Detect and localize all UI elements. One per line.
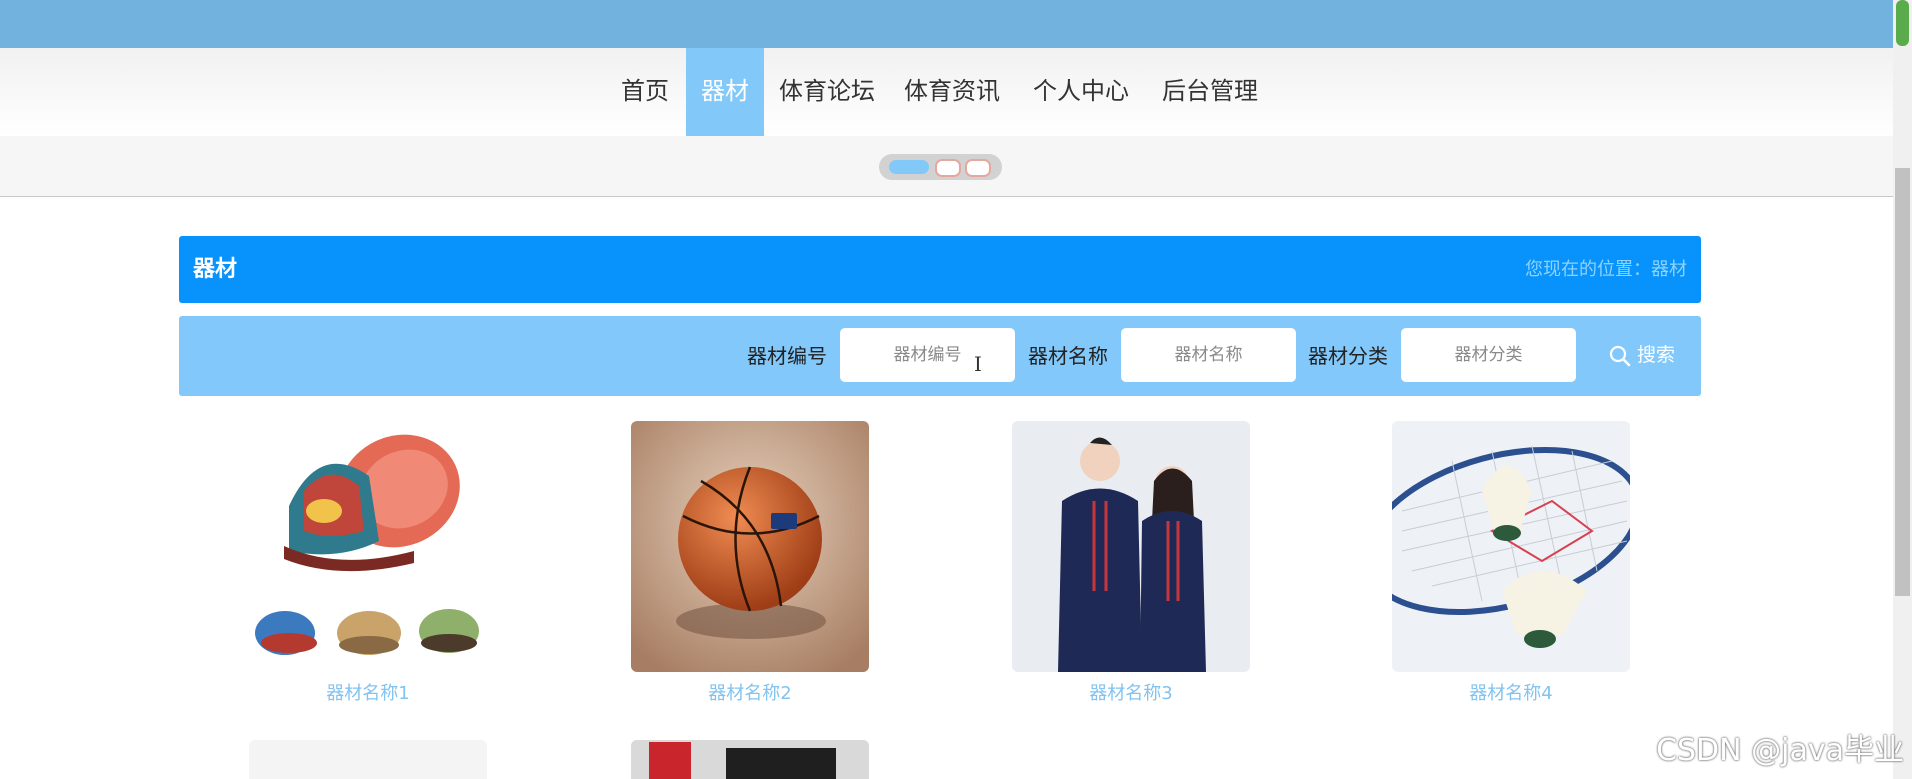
product-name[interactable]: 器材名称4 bbox=[1392, 679, 1630, 705]
equipment-id-label: 器材编号 bbox=[747, 344, 827, 368]
product-card-5-image[interactable] bbox=[249, 740, 487, 779]
nav-item-sports-forum[interactable]: 体育论坛 bbox=[772, 48, 882, 136]
carousel-dot-1[interactable] bbox=[889, 160, 929, 174]
equipment-name-input[interactable] bbox=[1121, 328, 1296, 382]
text-cursor-icon: I bbox=[974, 352, 982, 376]
scrollbar-thumb[interactable] bbox=[1895, 168, 1910, 596]
nav-item-home[interactable]: 首页 bbox=[610, 48, 680, 136]
nav-item-personal-center[interactable]: 个人中心 bbox=[1026, 48, 1136, 136]
carousel-dot-2[interactable] bbox=[935, 159, 961, 177]
section-title: 器材 bbox=[193, 257, 238, 282]
product-name[interactable]: 器材名称1 bbox=[249, 679, 487, 705]
carousel-indicators bbox=[879, 154, 1002, 180]
badminton-image bbox=[1392, 421, 1630, 672]
equipment-name-label: 器材名称 bbox=[1028, 344, 1108, 368]
nav-item-sports-news[interactable]: 体育资讯 bbox=[897, 48, 1007, 136]
breadcrumb: 您现在的位置：器材 bbox=[1525, 259, 1687, 280]
tracksuits-image bbox=[1012, 421, 1250, 672]
product-name[interactable]: 器材名称3 bbox=[1012, 679, 1250, 705]
search-bar: 器材编号 器材名称 器材分类 搜索 bbox=[179, 316, 1701, 396]
section-header: 器材 您现在的位置：器材 bbox=[179, 236, 1701, 303]
basketball-shoes-image bbox=[249, 421, 487, 672]
scrollbar-grip-icon[interactable] bbox=[1896, 0, 1909, 46]
main-nav: 首页 器材 体育论坛 体育资讯 个人中心 后台管理 bbox=[0, 48, 1893, 136]
top-bar bbox=[0, 0, 1893, 48]
carousel-dot-3[interactable] bbox=[965, 159, 991, 177]
search-button-label: 搜索 bbox=[1637, 344, 1676, 366]
search-icon bbox=[1609, 345, 1631, 367]
equipment-id-input[interactable] bbox=[840, 328, 1015, 382]
page-scrollbar[interactable] bbox=[1893, 0, 1912, 779]
nav-item-equipment[interactable]: 器材 bbox=[686, 48, 764, 136]
watermark: CSDN @java毕业 bbox=[1656, 733, 1904, 768]
search-button[interactable]: 搜索 bbox=[1603, 328, 1693, 382]
product-name[interactable]: 器材名称2 bbox=[631, 679, 869, 705]
basketball-image bbox=[631, 421, 869, 672]
equipment-category-input[interactable] bbox=[1401, 328, 1576, 382]
nav-item-admin[interactable]: 后台管理 bbox=[1155, 48, 1265, 136]
product-card-6-image[interactable] bbox=[631, 740, 869, 779]
equipment-category-label: 器材分类 bbox=[1308, 344, 1388, 368]
